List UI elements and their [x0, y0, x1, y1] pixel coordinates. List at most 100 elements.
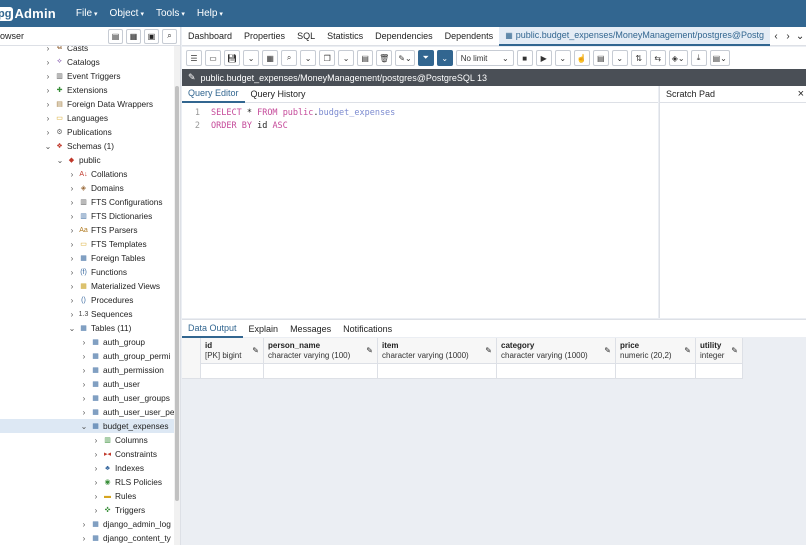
chevron-right-icon[interactable]: › [67, 240, 77, 249]
chevron-right-icon[interactable]: › [43, 100, 53, 109]
tree-item[interactable]: › ▥ Columns [91, 433, 148, 447]
column-header[interactable]: id [PK] bigint ✎ [201, 338, 263, 364]
more-tabs-icon[interactable]: ⌄ [794, 31, 806, 42]
query-tool-icon[interactable]: ▤ [108, 28, 123, 44]
folder-icon[interactable]: ▭ [205, 50, 221, 66]
pencil-icon[interactable]: ✎ [485, 346, 492, 355]
find-icon[interactable]: ⌕ [281, 50, 298, 66]
column-header[interactable]: item character varying (1000) ✎ [378, 338, 496, 364]
chevron-right-icon[interactable]: › [79, 352, 89, 361]
sql-editor[interactable]: 12 SELECT * FROM public.budget_expenses O… [182, 103, 658, 318]
sql-icon[interactable]: ▣ [144, 28, 159, 44]
code-area[interactable]: SELECT * FROM public.budget_expenses ORDE… [211, 108, 395, 134]
tab-query-editor[interactable]: Query Editor [182, 86, 245, 103]
tab-explain[interactable]: Explain [243, 320, 285, 338]
filter-icon[interactable]: ⏷ [417, 50, 434, 66]
tree-item[interactable]: › ◉ RLS Policies [91, 475, 162, 489]
chevron-left-icon[interactable]: ‹ [770, 31, 782, 42]
tree-item[interactable]: ⌄ ▦ budget_expenses [0, 419, 174, 433]
explain-icon[interactable]: ☝ [573, 50, 590, 66]
tree-item[interactable]: › ▦ Materialized Views [67, 279, 160, 293]
chevron-right-icon[interactable]: › [67, 198, 77, 207]
chevron-right-icon[interactable]: › [91, 478, 101, 487]
pencil-icon[interactable]: ✎ [731, 346, 738, 355]
column-header[interactable]: price numeric (20,2) ✎ [616, 338, 695, 364]
stop-icon[interactable]: ■ [516, 50, 533, 66]
chevron-right-icon[interactable]: › [43, 58, 53, 67]
chevron-right-icon[interactable]: › [67, 268, 77, 277]
close-icon[interactable]: × [798, 88, 806, 100]
tree-item[interactable]: › ▦ auth_user_groups [79, 391, 170, 405]
tree-item[interactable]: › Aa FTS Parsers [67, 223, 138, 237]
chevron-down-icon[interactable]: ⌄ [43, 142, 53, 151]
chevron-right-icon[interactable]: › [91, 492, 101, 501]
download-icon[interactable]: ⤓ [690, 50, 707, 66]
paste-icon[interactable]: ▤ [357, 50, 374, 66]
chevron-right-icon[interactable]: › [67, 310, 77, 319]
limit-select[interactable]: No limit ⌄ [455, 50, 514, 66]
delete-icon[interactable]: 🗑︎ [376, 50, 393, 66]
column-header[interactable]: utility integer ✎ [696, 338, 742, 364]
chevron-right-icon[interactable]: › [43, 86, 53, 95]
tree-item[interactable]: ⌄ ▦ Tables (11) [67, 321, 132, 335]
tree-item[interactable]: › ▤ Foreign Data Wrappers [43, 97, 153, 111]
tab-query-tool[interactable]: ▦ public.budget_expenses/MoneyManagement/… [499, 26, 771, 46]
chevron-right-icon[interactable]: › [67, 184, 77, 193]
chevron-right-icon[interactable]: › [43, 72, 53, 81]
chevron-right-icon[interactable]: › [79, 338, 89, 347]
rollback-icon[interactable]: ⇆ [649, 50, 666, 66]
tree-item[interactable]: › ▥ FTS Configurations [67, 195, 163, 209]
clear-icon[interactable]: ◈⌄ [668, 50, 688, 66]
chevron-right-icon[interactable]: › [67, 296, 77, 305]
chevron-down-icon[interactable]: ⌄ [79, 422, 89, 431]
chevron-right-icon[interactable]: › [67, 254, 77, 263]
chevron-right-icon[interactable]: › [43, 46, 53, 53]
tree-item[interactable]: › ▭ Languages [43, 111, 108, 125]
chevron-right-icon[interactable]: › [79, 380, 89, 389]
tab-query-history[interactable]: Query History [245, 86, 312, 103]
tree-item[interactable]: › ◈ Domains [67, 181, 124, 195]
tab-dashboard[interactable]: Dashboard [182, 27, 238, 46]
chevron-right-icon[interactable]: › [67, 282, 77, 291]
explain-analyze-icon[interactable]: ▤ [592, 50, 609, 66]
tree-item[interactable]: › ▦ auth_group [79, 335, 145, 349]
chevron-right-icon[interactable]: › [67, 212, 77, 221]
tree-item[interactable]: › ✚ Extensions [43, 83, 108, 97]
open-file-icon[interactable]: ☰ [186, 50, 202, 66]
tree-item[interactable]: › ▬ Rules [91, 489, 137, 503]
tree-item[interactable]: › ▭ FTS Templates [67, 237, 147, 251]
macros-icon[interactable]: ▤⌄ [709, 50, 730, 66]
chevron-right-icon[interactable]: › [79, 534, 89, 543]
tree-item[interactable]: › ♣ Indexes [91, 461, 144, 475]
tree-item[interactable]: › ✜ Triggers [91, 503, 145, 517]
scrollbar-thumb[interactable] [175, 86, 179, 501]
chevron-right-icon[interactable]: › [43, 114, 53, 123]
tree-item[interactable]: › ▥ Event Triggers [43, 69, 121, 83]
chevron-right-icon[interactable]: › [43, 128, 53, 137]
tree-item[interactable]: › ▦ auth_permission [79, 363, 164, 377]
tab-notifications[interactable]: Notifications [337, 320, 398, 338]
tab-dependencies[interactable]: Dependencies [369, 27, 439, 46]
tab-sql[interactable]: SQL [291, 27, 321, 46]
execute-dropdown-icon[interactable]: ⌄ [554, 50, 571, 66]
copy-dropdown-icon[interactable]: ⌄ [338, 50, 355, 66]
menu-tools[interactable]: Tools ▾ [150, 8, 191, 19]
chevron-right-icon[interactable]: › [782, 31, 794, 42]
chevron-right-icon[interactable]: › [91, 464, 101, 473]
menu-object[interactable]: Object ▾ [104, 8, 150, 19]
menu-help[interactable]: Help ▾ [191, 8, 229, 19]
tree-item[interactable]: ⌄ ❖ Schemas (1) [43, 139, 114, 153]
explain-dropdown-icon[interactable]: ⌄ [611, 50, 628, 66]
menu-file[interactable]: File ▾ [70, 8, 104, 19]
chevron-right-icon[interactable]: › [79, 408, 89, 417]
tree-item[interactable]: › A↓ Collations [67, 167, 128, 181]
edit-connection-icon[interactable]: ✎ [188, 72, 196, 83]
tree-item[interactable]: › ▸◂ Constraints [91, 447, 157, 461]
chevron-right-icon[interactable]: › [79, 520, 89, 529]
column-header[interactable]: category character varying (1000) ✎ [497, 338, 615, 364]
chevron-down-icon[interactable]: ⌄ [67, 324, 77, 333]
tab-data-output[interactable]: Data Output [182, 320, 243, 338]
tree-item[interactable]: › ⟡ Catalogs [43, 55, 100, 69]
tree-item[interactable]: › ▦ django_admin_log [79, 517, 171, 531]
chevron-right-icon[interactable]: › [79, 366, 89, 375]
